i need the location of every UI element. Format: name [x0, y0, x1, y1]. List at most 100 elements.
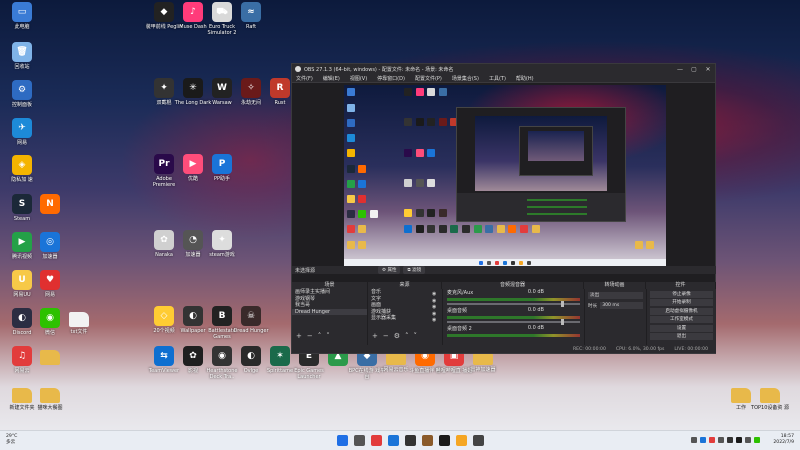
desktop-icon-label: txt文件	[70, 329, 88, 335]
duration-input[interactable]: 300 ms	[600, 302, 643, 309]
app-icon: ✿	[183, 346, 203, 366]
tray-icon[interactable]	[727, 437, 733, 443]
move-up-icon[interactable]: ˄	[405, 332, 409, 340]
settings-button[interactable]: 设置	[650, 324, 713, 332]
tray-icon[interactable]	[691, 437, 697, 443]
desktop-icon[interactable]: N	[31, 194, 69, 216]
desktop-icon-label: Steam	[13, 216, 31, 222]
date: 2022/7/9	[773, 440, 794, 445]
start-recording-button[interactable]: 开始录制	[650, 299, 713, 306]
desktop-icon[interactable]: ◎ 加速器	[31, 232, 69, 260]
taskbar-app-icon[interactable]	[456, 435, 467, 446]
minimize-button[interactable]: —	[673, 66, 687, 73]
taskbar-app-icon[interactable]	[371, 435, 382, 446]
desktop-icon[interactable]: TOP10设备资 源	[751, 384, 789, 411]
move-down-icon[interactable]: ˅	[326, 332, 330, 340]
virtual-camera-button[interactable]: 启动虚拟摄像机	[650, 307, 713, 315]
maximize-button[interactable]: ▢	[687, 66, 701, 73]
tray-icon[interactable]	[700, 437, 706, 443]
app-icon: ✦	[154, 78, 174, 98]
taskbar-app-icon[interactable]	[422, 435, 433, 446]
transition-select[interactable]: 淡出	[588, 292, 643, 299]
move-down-icon[interactable]: ˅	[414, 332, 418, 340]
weather-widget[interactable]: 29°C 多云	[6, 434, 17, 446]
properties-button[interactable]: ⚙ 属性	[378, 266, 401, 274]
preview-mini-icon	[358, 164, 367, 173]
desktop-icon[interactable]: txt文件	[60, 308, 98, 335]
menu-scene-collection[interactable]: 场景集合(S)	[452, 75, 479, 82]
menu-tools[interactable]: 工具(T)	[489, 75, 506, 82]
desktop-icon[interactable]: ◈ 隐私加 速	[3, 155, 41, 183]
volume-slider[interactable]	[447, 301, 580, 307]
app-icon: U	[12, 270, 32, 290]
desktop-icon[interactable]: ⚙ 控制面板	[3, 80, 41, 108]
status-bar: REC: 00:00:00 CPU: 6.0%, 30.00 fps LIVE:…	[292, 345, 716, 353]
stop-recording-button[interactable]: 停止录像	[650, 290, 713, 298]
tray-icon[interactable]	[718, 437, 724, 443]
desktop-icon[interactable]: ≈ Raft	[232, 2, 270, 30]
studio-mode-button[interactable]: 工作室模式	[650, 316, 713, 323]
preview-mini-icon	[438, 87, 447, 96]
desktop-icon[interactable]: ✈ 网易	[3, 118, 41, 146]
source-item[interactable]: 显示器采集	[368, 315, 442, 322]
mixer-track: 麦克风/Aux 0.0 dB	[443, 289, 584, 296]
gear-icon[interactable]: ⚙	[394, 332, 400, 340]
add-scene-icon[interactable]: +	[296, 332, 302, 340]
move-up-icon[interactable]: ˄	[318, 332, 322, 340]
taskbar-app-icon[interactable]	[354, 435, 365, 446]
taskbar-app-icon[interactable]	[405, 435, 416, 446]
menu-profile[interactable]: 配置文件(P)	[415, 75, 442, 82]
desktop-icon-label: 雷神加速器	[470, 367, 496, 373]
preview-mini-icon	[427, 225, 436, 234]
exit-button[interactable]: 退出	[650, 333, 713, 340]
menu-docks[interactable]: 停靠窗口(D)	[377, 75, 405, 82]
desktop-icon[interactable]	[31, 346, 69, 367]
taskbar-app-icon[interactable]	[337, 435, 348, 446]
menu-file[interactable]: 文件(F)	[296, 75, 313, 82]
desktop-icon[interactable]: 猫咪大餐图	[31, 384, 69, 411]
tray-icon[interactable]	[745, 437, 751, 443]
desktop-icon-label: Dread Hunger	[233, 328, 269, 334]
close-button[interactable]: ✕	[701, 66, 715, 73]
obs-window[interactable]: OBS 27.1.3 (64-bit, windows) - 配置文件: 未命名…	[291, 63, 716, 354]
app-icon: ≈	[241, 2, 261, 22]
menu-view[interactable]: 视图(V)	[350, 75, 367, 82]
desktop-icon-label: 加速器	[42, 254, 58, 260]
clock[interactable]: 18:57 2022/7/9	[773, 434, 794, 446]
add-source-icon[interactable]: +	[372, 332, 378, 340]
scene-item-selected[interactable]: Dread Hunger	[292, 308, 367, 315]
app-icon: ✧	[241, 78, 261, 98]
preview-mini-icon	[347, 149, 356, 157]
volume-slider[interactable]	[447, 319, 580, 325]
desktop-icon[interactable]: P PP助手	[203, 154, 241, 182]
taskbar-app-icon[interactable]	[439, 435, 450, 446]
app-icon: ◉	[40, 308, 60, 328]
desktop-icon[interactable]: ▭ 此电脑	[3, 2, 41, 30]
taskbar-app-icon[interactable]	[388, 435, 399, 446]
nested-meter	[527, 199, 587, 201]
remove-scene-icon[interactable]: −	[307, 332, 313, 340]
obs-titlebar[interactable]: OBS 27.1.3 (64-bit, windows) - 配置文件: 未命名…	[292, 64, 715, 74]
app-icon: 🗑	[12, 42, 32, 62]
desktop-icon-label: 控制面板	[11, 102, 32, 108]
remove-source-icon[interactable]: −	[383, 332, 389, 340]
slider-handle[interactable]	[561, 319, 564, 325]
tray-icon[interactable]	[709, 437, 715, 443]
desktop-icon[interactable]: ✦ steam游戏	[203, 230, 241, 258]
tray-icon[interactable]	[736, 437, 742, 443]
app-icon: N	[40, 194, 60, 214]
source-label: 文字	[371, 295, 382, 302]
desktop-icon[interactable]: ☠ Dread Hunger	[232, 306, 270, 334]
taskbar-app-icon[interactable]	[473, 435, 484, 446]
menu-edit[interactable]: 编辑(E)	[323, 75, 340, 82]
menu-help[interactable]: 帮助(H)	[516, 75, 534, 82]
preview-mini-icon	[347, 87, 356, 96]
filters-button[interactable]: ⧉ 滤镜	[403, 266, 426, 274]
desktop-icon[interactable]: ♥ 网易	[31, 270, 69, 298]
slider-handle[interactable]	[561, 301, 564, 307]
preview-canvas[interactable]	[344, 85, 666, 266]
preview-mini-icon	[508, 225, 517, 234]
desktop-icon[interactable]: 🗑 回收站	[3, 42, 41, 70]
eye-icon[interactable]: ◉	[432, 317, 438, 324]
tray-icon[interactable]	[754, 437, 760, 443]
